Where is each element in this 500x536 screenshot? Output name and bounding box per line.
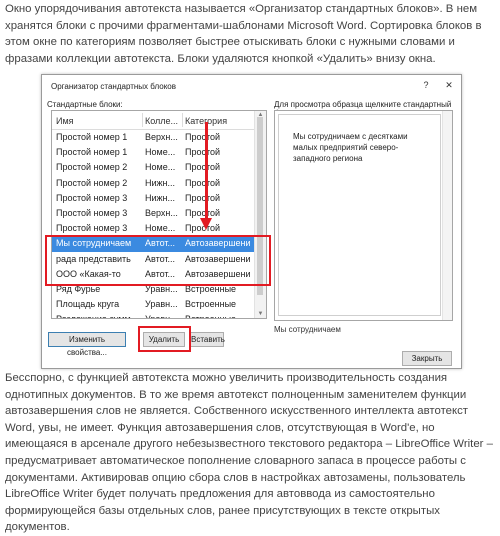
list-item[interactable]: Простой номер 3 Нижн... Простой xyxy=(52,191,266,206)
preview-page: Мы сотрудничаем с десятками малых предпр… xyxy=(278,114,441,316)
block-collection: Нижн... xyxy=(145,192,176,203)
block-category: Простой xyxy=(185,162,221,173)
block-collection: Номе... xyxy=(145,162,176,173)
list-item[interactable]: Ряд Фурье Уравн... Встроенные xyxy=(52,282,266,297)
block-name: Простой номер 3 xyxy=(56,192,128,203)
block-name: Простой номер 1 xyxy=(56,147,128,158)
block-collection: Верхн... xyxy=(145,132,178,142)
preview-scrollbar[interactable] xyxy=(442,111,452,320)
block-category: Автозавершени xyxy=(185,268,251,279)
block-name: Простой номер 1 xyxy=(56,132,128,142)
preview-caption: Мы сотрудничаем xyxy=(274,325,341,334)
delete-button[interactable]: Удалить xyxy=(143,332,185,347)
annotation-arrow xyxy=(205,122,208,220)
block-collection: Номе... xyxy=(145,147,176,158)
block-category: Простой xyxy=(185,223,221,234)
close-button[interactable]: Закрыть xyxy=(402,351,452,366)
block-name: Мы сотрудничаем xyxy=(56,238,132,249)
block-collection: Автот... xyxy=(145,253,176,264)
block-category: Простой xyxy=(185,192,221,203)
column-header-collection[interactable]: Колле... xyxy=(145,114,179,129)
block-category: Простой xyxy=(185,147,221,158)
block-collection: Уравн... xyxy=(145,312,179,318)
blocks-label: Стандартные блоки: xyxy=(47,100,123,109)
column-divider[interactable] xyxy=(142,113,143,127)
column-divider[interactable] xyxy=(182,113,183,127)
list-rows: Простой номер 1 Верхн... Простой Простой но… xyxy=(52,130,266,318)
block-category: Встроенные xyxy=(185,299,237,310)
block-name: Простой номер 2 xyxy=(56,162,128,173)
building-blocks-list[interactable]: Имя Колле... Категория Простой номер 1 Ве… xyxy=(51,110,267,319)
block-name: Простой номер 2 xyxy=(56,177,128,188)
block-category: Простой xyxy=(185,132,221,142)
block-category: Простой xyxy=(185,207,221,218)
block-collection: Автот... xyxy=(145,268,176,279)
intro-paragraph: Окно упорядочивания автотекста называетс… xyxy=(5,3,482,65)
preview-pane: Мы сотрудничаем с десятками малых предпр… xyxy=(274,110,453,321)
block-category: Встроенные xyxy=(185,283,237,294)
block-collection: Уравн... xyxy=(145,283,178,294)
outro-paragraph: Бесспорно, с функцией автотекста можно у… xyxy=(5,372,493,534)
block-category: Встроенные xyxy=(185,312,265,318)
list-item[interactable]: Мы сотрудничаем Автот... Автозавершени xyxy=(52,236,266,252)
preview-text: Мы сотрудничаем с десятками малых предпр… xyxy=(293,132,408,163)
block-collection: Автот... xyxy=(145,238,176,249)
block-name: Простой номер 3 xyxy=(56,207,128,218)
list-item[interactable]: Простой номер 1 Верхн... Простой xyxy=(52,130,266,145)
list-item[interactable]: Простой номер 1 Номе... Простой xyxy=(52,145,266,160)
block-category: Автозавершени xyxy=(185,238,251,249)
annotation-arrow-head xyxy=(200,218,212,230)
block-name: Разложение сумм xyxy=(56,312,142,318)
block-name: Площадь круга xyxy=(56,299,120,310)
scroll-down-icon[interactable]: ▼ xyxy=(255,310,266,318)
block-category: Простой xyxy=(185,177,221,188)
block-collection: Номе... xyxy=(145,223,176,234)
block-collection: Уравн... xyxy=(145,299,178,310)
block-collection: Нижн... xyxy=(145,177,176,188)
column-header-name[interactable]: Имя xyxy=(56,114,142,129)
building-blocks-organizer-dialog: Организатор стандартных блоков ? ✕ Станд… xyxy=(41,74,462,369)
dialog-titlebar: Организатор стандартных блоков ? ✕ xyxy=(42,75,461,95)
block-name: рада представить xyxy=(56,253,131,264)
dialog-title: Организатор стандартных блоков xyxy=(51,82,176,91)
scrollbar-thumb[interactable] xyxy=(257,117,263,295)
list-header: Имя Колле... Категория xyxy=(52,111,266,130)
list-item[interactable]: Разложение суммУравн... Встроенные xyxy=(52,312,266,318)
list-item[interactable]: Простой номер 2 Нижн... Простой xyxy=(52,176,266,191)
list-item[interactable]: Простой номер 2 Номе... Простой xyxy=(52,160,266,175)
list-item[interactable]: ООО «Какая-то Автот... Автозавершени xyxy=(52,267,266,282)
insert-button[interactable]: Вставить xyxy=(190,332,225,347)
list-item[interactable]: Площадь круга Уравн... Встроенные xyxy=(52,297,266,312)
list-item[interactable]: рада представить Автот... Автозавершени xyxy=(52,252,266,267)
block-category: Автозавершени xyxy=(185,253,251,264)
block-collection: Верхн... xyxy=(145,207,178,218)
column-header-category[interactable]: Категория xyxy=(185,114,265,129)
block-name: Ряд Фурье xyxy=(56,283,101,294)
close-icon[interactable]: ✕ xyxy=(438,78,460,93)
block-name: Простой номер 3 xyxy=(56,223,128,234)
block-name: ООО «Какая-то xyxy=(56,268,121,279)
list-item[interactable]: Простой номер 3 Номе... Простой xyxy=(52,221,266,236)
edit-properties-button[interactable]: Изменить свойства... xyxy=(48,332,126,357)
list-item[interactable]: Простой номер 3 Верхн... Простой xyxy=(52,206,266,221)
list-scrollbar[interactable]: ▲ ▼ xyxy=(254,111,266,318)
help-button[interactable]: ? xyxy=(415,78,437,93)
